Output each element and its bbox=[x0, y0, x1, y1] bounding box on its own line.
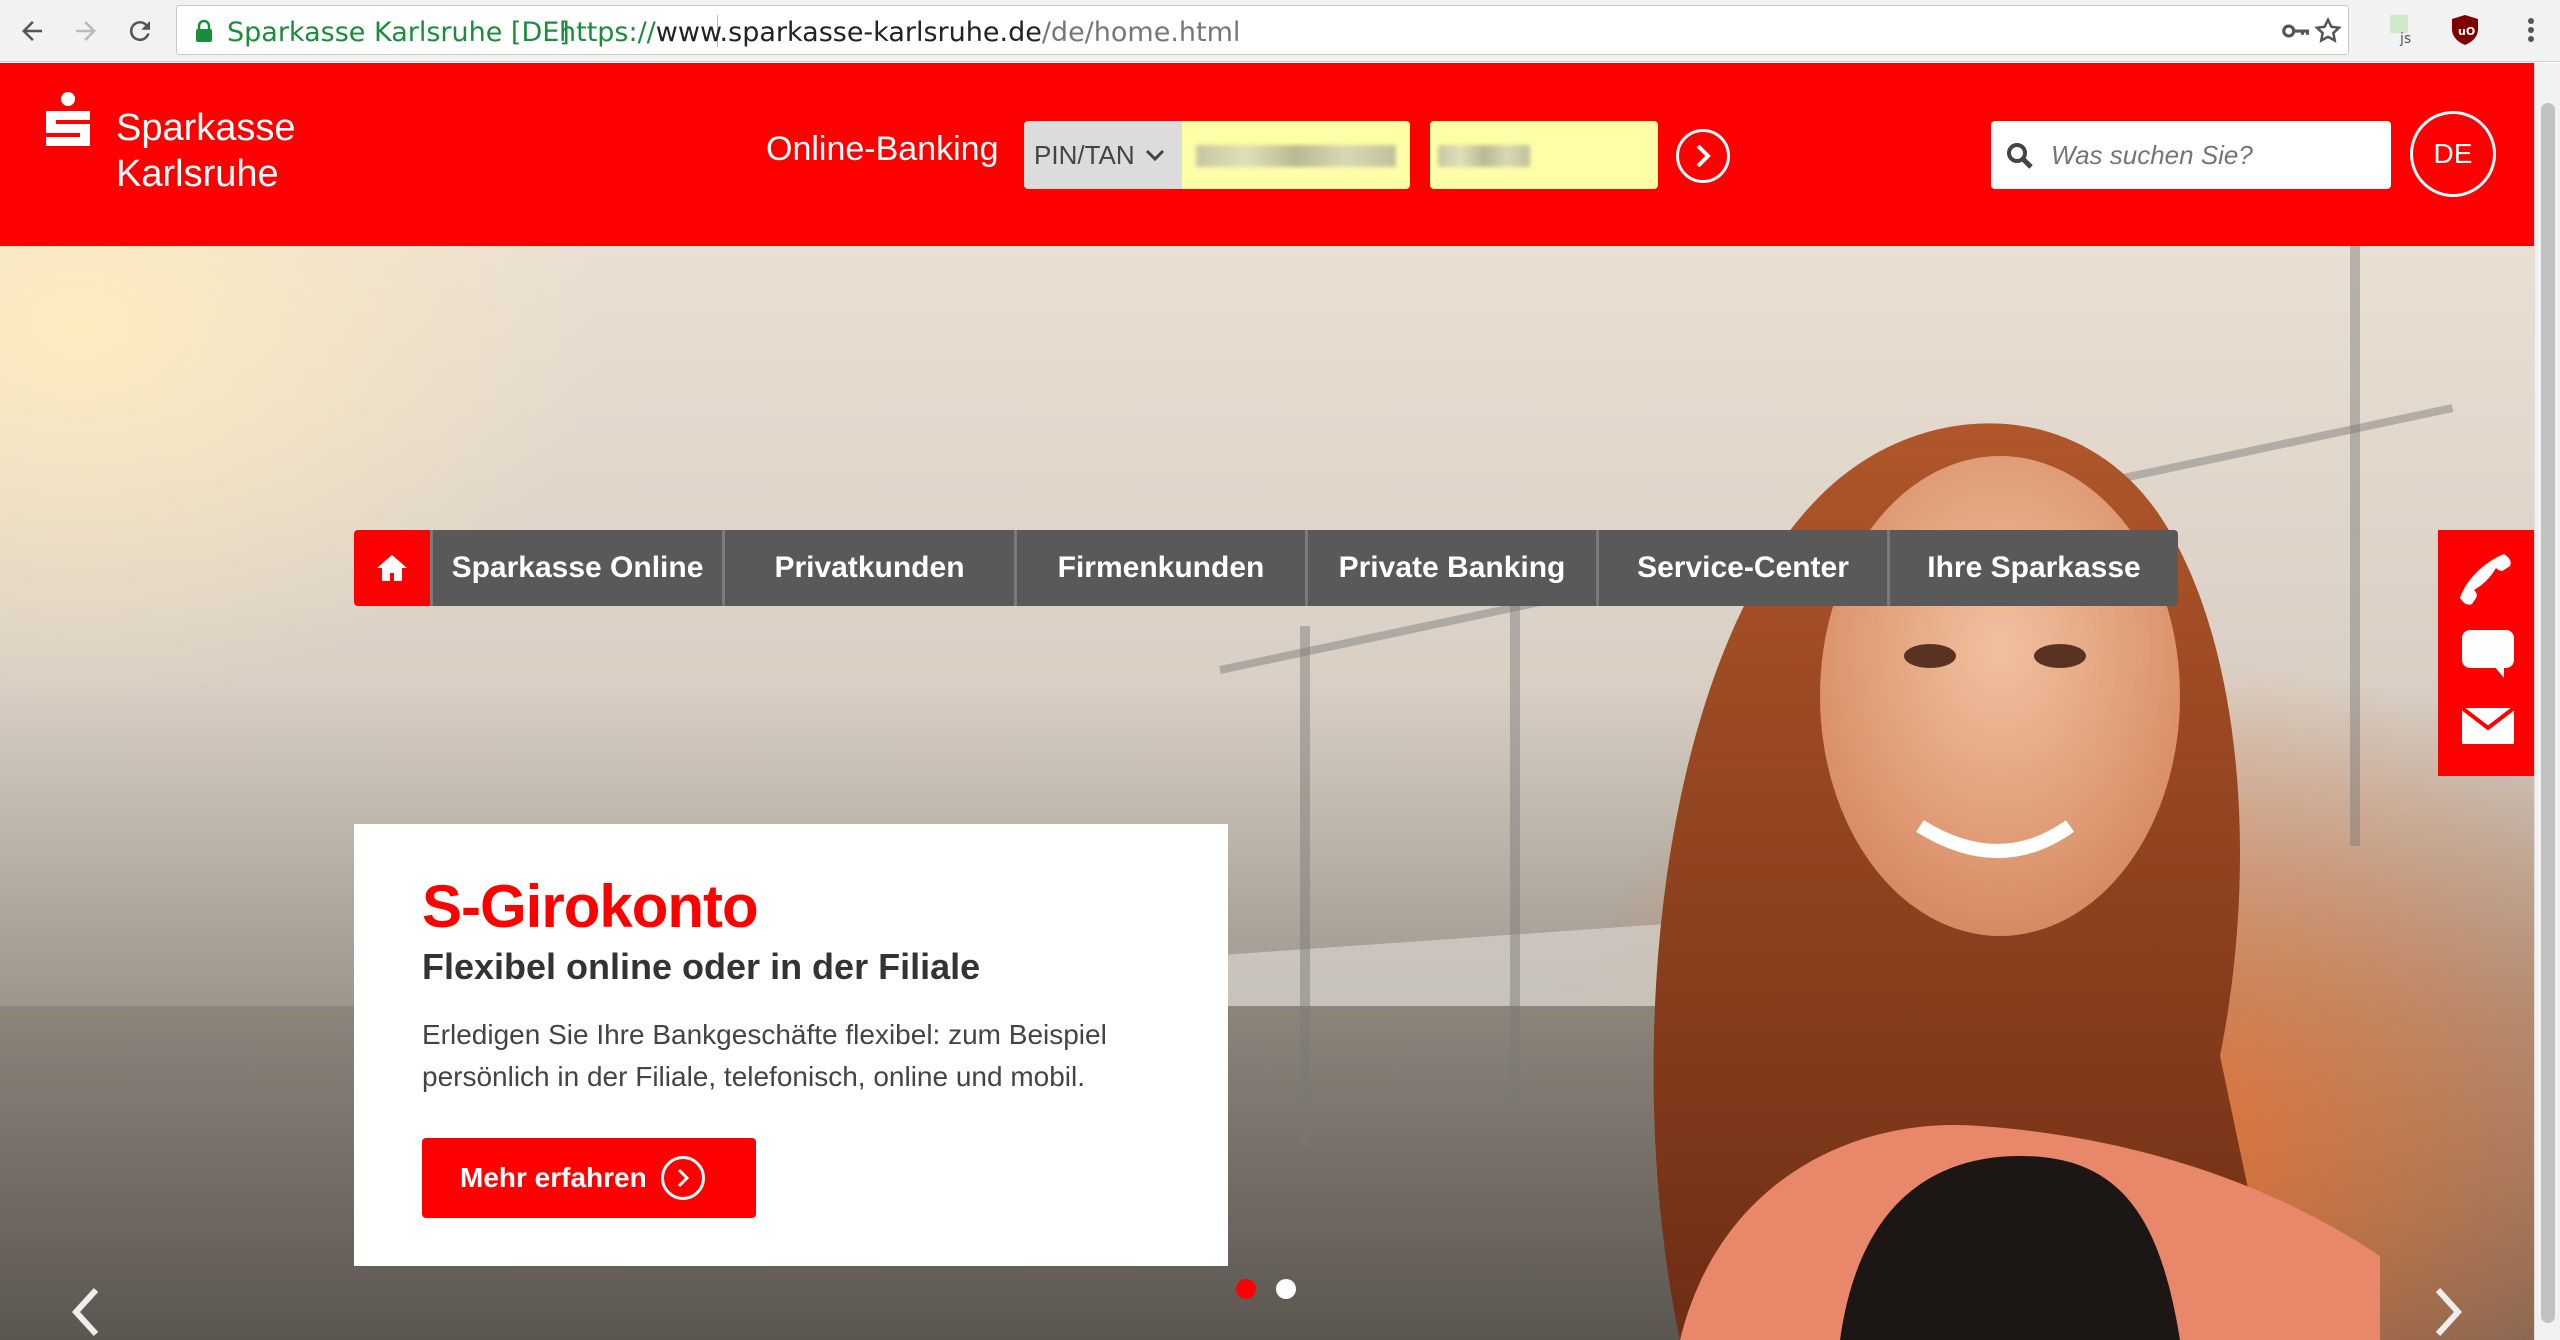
lock-icon bbox=[196, 19, 212, 42]
search-icon bbox=[2007, 143, 2033, 169]
menu-icon[interactable] bbox=[2514, 13, 2548, 47]
carousel-next-icon[interactable] bbox=[2428, 1284, 2468, 1340]
page-scrollbar[interactable] bbox=[2534, 63, 2560, 1340]
ublock-icon[interactable]: uO bbox=[2448, 13, 2482, 47]
forward-button[interactable] bbox=[64, 9, 108, 53]
contact-sidebar bbox=[2438, 530, 2534, 776]
url-scheme: https:// bbox=[559, 17, 656, 48]
nav-item-sparkasse-online[interactable]: Sparkasse Online bbox=[430, 530, 722, 606]
online-banking-label: Online-Banking bbox=[766, 130, 999, 168]
teaser-text: Erledigen Sie Ihre Bankgeschäfte flexibe… bbox=[422, 1019, 1107, 1092]
logo-line-2: Karlsruhe bbox=[116, 153, 279, 195]
url-host: www.sparkasse-karlsruhe.de bbox=[655, 17, 1042, 48]
teaser-title: S-Girokonto bbox=[422, 873, 759, 940]
chat-icon[interactable] bbox=[2460, 626, 2516, 682]
reload-button[interactable] bbox=[118, 9, 162, 53]
nav-item-private-banking[interactable]: Private Banking bbox=[1305, 530, 1596, 606]
nav-home-button[interactable] bbox=[354, 530, 430, 606]
site-identity: Sparkasse Karlsruhe [DE] bbox=[227, 17, 570, 48]
search-box[interactable] bbox=[1991, 121, 2391, 189]
login-submit-button[interactable] bbox=[1676, 129, 1730, 183]
home-icon bbox=[377, 555, 407, 581]
teaser-card: S-Girokonto Flexibel online oder in der … bbox=[354, 824, 1228, 1266]
mehr-erfahren-button[interactable]: Mehr erfahren bbox=[422, 1138, 756, 1218]
obscured-password bbox=[1438, 145, 1530, 167]
login-method-select[interactable]: PIN/TAN bbox=[1024, 121, 1182, 189]
reload-icon bbox=[129, 21, 150, 42]
obscured-username bbox=[1196, 145, 1396, 167]
back-icon bbox=[22, 21, 42, 41]
browser-toolbar: Sparkasse Karlsruhe [DE] https://www.spa… bbox=[0, 0, 2560, 62]
nav-item-service-center[interactable]: Service-Center bbox=[1596, 530, 1887, 606]
nav-item-ihre-sparkasse[interactable]: Ihre Sparkasse bbox=[1887, 530, 2178, 606]
chevron-down-icon bbox=[1145, 149, 1164, 162]
svg-text:uO: uO bbox=[2458, 25, 2475, 38]
login-method-value: PIN/TAN bbox=[1034, 139, 1135, 170]
language-switch-button[interactable]: DE bbox=[2410, 111, 2496, 197]
mail-icon[interactable] bbox=[2460, 698, 2516, 754]
hero-person-image bbox=[1653, 423, 2380, 1340]
railing-post bbox=[1300, 626, 1310, 1146]
nav-item-firmenkunden[interactable]: Firmenkunden bbox=[1014, 530, 1305, 606]
site-header: Sparkasse Karlsruhe Online-Banking PIN/T… bbox=[0, 63, 2534, 246]
sparkasse-s-icon bbox=[46, 92, 90, 146]
chevron-right-icon bbox=[1696, 144, 1711, 168]
button-label: Mehr erfahren bbox=[460, 1162, 647, 1193]
teaser-subtitle: Flexibel online oder in der Filiale bbox=[422, 946, 981, 987]
url-path: /de/home.html bbox=[1041, 17, 1241, 48]
nav-item-privatkunden[interactable]: Privatkunden bbox=[722, 530, 1014, 606]
js-extension-icon[interactable]: js bbox=[2388, 13, 2422, 47]
logo-text: Sparkasse Karlsruhe bbox=[116, 105, 296, 197]
password-field[interactable] bbox=[1430, 121, 1658, 189]
logo-line-1: Sparkasse bbox=[116, 107, 296, 149]
forward-icon bbox=[76, 21, 96, 41]
main-navigation: Sparkasse Online Privatkunden Firmenkund… bbox=[354, 530, 2178, 606]
back-button[interactable] bbox=[10, 9, 54, 53]
key-icon[interactable] bbox=[2280, 16, 2310, 46]
scrollbar-thumb[interactable] bbox=[2541, 103, 2555, 1323]
star-icon[interactable] bbox=[2313, 16, 2343, 46]
railing-post bbox=[1510, 546, 1520, 1106]
hero-carousel: Sparkasse Online Privatkunden Firmenkund… bbox=[0, 246, 2534, 1340]
username-field[interactable] bbox=[1182, 121, 1410, 189]
url-text[interactable]: https://www.sparkasse-karlsruhe.de/de/ho… bbox=[559, 17, 1240, 48]
address-bar[interactable]: Sparkasse Karlsruhe [DE] https://www.spa… bbox=[176, 5, 2349, 55]
svg-text:js: js bbox=[2399, 31, 2411, 47]
search-input[interactable] bbox=[2051, 133, 2371, 177]
chevron-right-circle-icon bbox=[660, 1156, 705, 1200]
phone-icon[interactable] bbox=[2460, 550, 2516, 606]
carousel-prev-icon[interactable] bbox=[66, 1284, 106, 1340]
carousel-dot-2[interactable] bbox=[1276, 1279, 1296, 1299]
carousel-dot-1[interactable] bbox=[1236, 1279, 1256, 1299]
carousel-indicators bbox=[1236, 1279, 1296, 1299]
